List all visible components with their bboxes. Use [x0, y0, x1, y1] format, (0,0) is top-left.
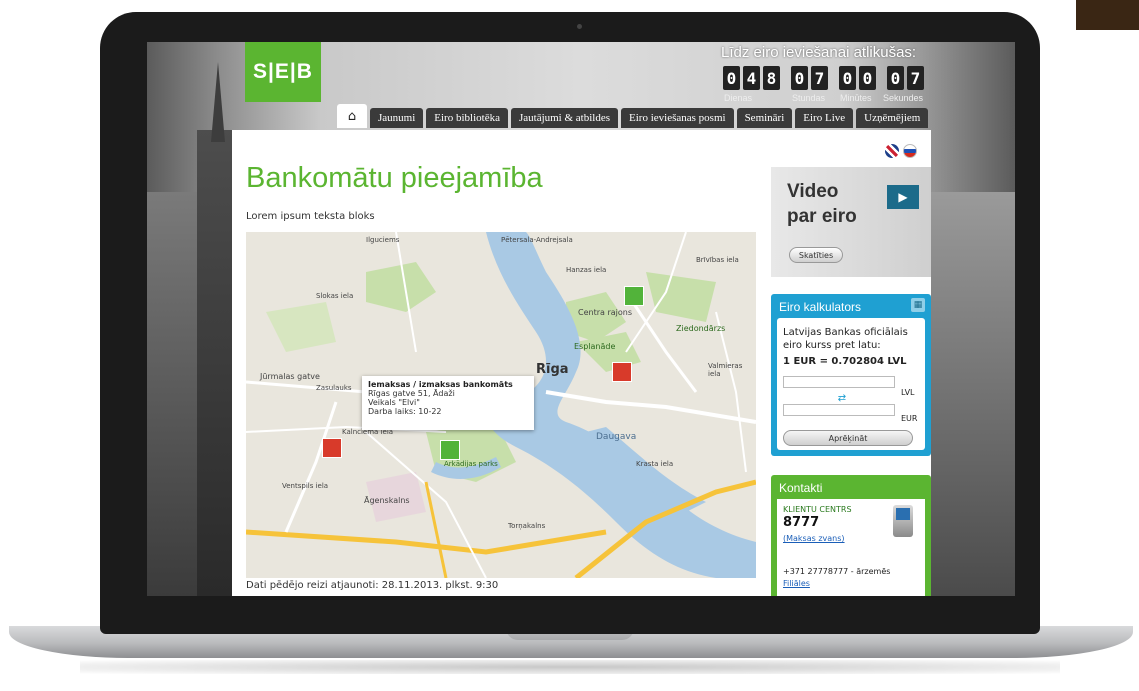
lvl-unit: LVL: [901, 388, 915, 397]
nav-tab-jaunumi[interactable]: Jaunumi: [370, 108, 424, 128]
camera-icon: [577, 24, 582, 29]
popup-store: Veikals "Elvi": [368, 398, 420, 407]
contacts-title: Kontakti: [779, 481, 823, 495]
countdown-digit: 0: [839, 66, 856, 90]
countdown-digit: 0: [791, 66, 808, 90]
nav-tab-seminars[interactable]: Semināri: [736, 108, 793, 128]
browser-screen: S|E|B Līdz eiro ieviešanai atlikušas: 0 …: [147, 42, 1015, 596]
map-label-tornakalns: Torņakalns: [508, 522, 546, 530]
map-label-centra: Centra rajons: [578, 308, 632, 317]
background-city-right: [931, 192, 1015, 596]
popup-address: Rīgas gatve 51, Ādaži: [368, 389, 455, 398]
countdown-digit: 7: [907, 66, 924, 90]
popup-title: Iemaksas / izmaksas bankomāts: [368, 380, 513, 389]
background-spire: [211, 62, 225, 142]
countdown-label-hours: Stundas: [792, 93, 826, 103]
branches-link[interactable]: Filiāles: [783, 579, 810, 588]
map-label-park: Arkādijas parks: [444, 460, 498, 468]
map-label-jurmalas: Jūrmalas gatve: [260, 372, 320, 381]
lvl-input[interactable]: [783, 376, 895, 388]
page-title: Bankomātu pieejamība: [246, 162, 543, 194]
map-label-ilguciems: Ilguciems: [366, 236, 400, 244]
nav-tab-live[interactable]: Eiro Live: [795, 108, 854, 128]
main-nav: ⌂ Jaunumi Eiro bibliotēka Jautājumi & at…: [337, 104, 929, 128]
countdown-minutes: 0 0: [839, 66, 876, 90]
countdown-hours: 0 7: [791, 66, 828, 90]
eur-input[interactable]: [783, 404, 895, 416]
countdown-digit: 7: [811, 66, 828, 90]
countdown-label-minutes: Minūtes: [840, 93, 872, 103]
abroad-phone: +371 27778777 - ārzemēs: [783, 567, 891, 576]
content-panel: Bankomātu pieejamība Lorem ipsum teksta …: [232, 130, 931, 596]
countdown-digit: 0: [859, 66, 876, 90]
map-label-krasta: Krasta iela: [636, 460, 674, 468]
atm-map[interactable]: Pētersala-Andrejsala Ilguciems Hanzas ie…: [246, 232, 756, 578]
corner-decoration: [1076, 0, 1139, 30]
ru-flag-icon[interactable]: [903, 144, 917, 158]
map-label-hanzas: Hanzas iela: [566, 266, 607, 274]
atm-marker-green[interactable]: [440, 440, 460, 460]
map-label-ziedondarzs: Ziedondārzs: [676, 324, 726, 333]
video-title: Video par eiro: [787, 179, 877, 229]
calculator-icon: ▦: [911, 298, 925, 312]
nav-tab-library[interactable]: Eiro bibliotēka: [426, 108, 508, 128]
calculate-button[interactable]: Aprēķināt: [783, 430, 913, 446]
home-icon[interactable]: ⌂: [337, 104, 367, 128]
laptop-shadow: [80, 660, 1060, 674]
atm-info-popup: Iemaksas / izmaksas bankomāts Rīgas gatv…: [362, 376, 534, 430]
calculator-text: Latvijas Bankas oficiālais eiro kurss pr…: [783, 327, 908, 351]
map-label-valmieras: Valmieras iela: [708, 362, 743, 378]
map-label-zasulauks: Zasulauks: [316, 384, 352, 392]
map-label-esplanade: Esplanāde: [574, 342, 616, 351]
paid-call-link[interactable]: (Maksas zvans): [783, 534, 845, 543]
calculator-title: Eiro kalkulators: [779, 300, 862, 314]
map-label-petersala: Pētersala-Andrejsala: [501, 236, 573, 244]
countdown-label-seconds: Sekundes: [883, 93, 924, 103]
countdown-digit: 8: [763, 66, 780, 90]
video-title-line2: par eiro: [787, 206, 857, 227]
contacts-box: Kontakti KLIENTU CENTRS 8777 (Maksas zva…: [771, 475, 931, 596]
watch-button[interactable]: Skatīties: [789, 247, 843, 263]
nav-tab-faq[interactable]: Jautājumi & atbildes: [510, 108, 619, 128]
nav-tab-stages[interactable]: Eiro ieviešanas posmi: [621, 108, 734, 128]
swap-icon[interactable]: ⇄: [835, 392, 849, 404]
atm-marker-red[interactable]: [322, 438, 342, 458]
map-label-ventspils: Ventspils iela: [282, 482, 329, 490]
map-label-riga: Rīga: [536, 362, 569, 377]
seb-logo[interactable]: S|E|B: [245, 42, 321, 102]
map-label-brivibas: Brīvības iela: [696, 256, 739, 264]
countdown-label-days: Dienas: [724, 93, 753, 103]
atm-marker-green[interactable]: [624, 286, 644, 306]
en-flag-icon[interactable]: [885, 144, 899, 158]
countdown-seconds: 0 7: [887, 66, 924, 90]
atm-marker-red[interactable]: [612, 362, 632, 382]
map-label-agenskalns: Āgenskalns: [364, 496, 410, 505]
video-title-line1: Video: [787, 181, 839, 202]
calculator-body: Latvijas Bankas oficiālais eiro kurss pr…: [777, 318, 925, 450]
client-center-number: 8777: [783, 515, 820, 530]
countdown-digit: 4: [743, 66, 760, 90]
popup-hours: Darba laiks: 10-22: [368, 407, 442, 416]
map-label-daugava: Daugava: [596, 432, 637, 442]
eur-unit: EUR: [901, 414, 918, 423]
data-updated-text: Dati pēdējo reizi atjaunoti: 28.11.2013.…: [246, 580, 499, 591]
play-icon[interactable]: ▶: [887, 185, 919, 209]
countdown-digit: 0: [723, 66, 740, 90]
contacts-body: KLIENTU CENTRS 8777 (Maksas zvans) +371 …: [777, 499, 925, 596]
client-center-label: KLIENTU CENTRS: [783, 505, 852, 514]
language-switcher: [885, 144, 917, 158]
video-promo[interactable]: Video par eiro ▶ Skatīties: [771, 167, 931, 277]
map-label-slokas: Slokas iela: [316, 292, 354, 300]
countdown-days: 0 4 8: [723, 66, 780, 90]
euro-calculator: Eiro kalkulators ▦ Latvijas Bankas ofici…: [771, 294, 931, 456]
nav-tab-business[interactable]: Uzņēmējiem: [856, 108, 929, 128]
countdown-title: Līdz eiro ieviešanai atlikušas:: [721, 44, 917, 61]
calculator-rate: 1 EUR = 0.702804 LVL: [783, 356, 907, 367]
countdown-digit: 0: [887, 66, 904, 90]
phone-icon: [893, 505, 913, 537]
intro-text: Lorem ipsum teksta bloks: [246, 211, 375, 222]
